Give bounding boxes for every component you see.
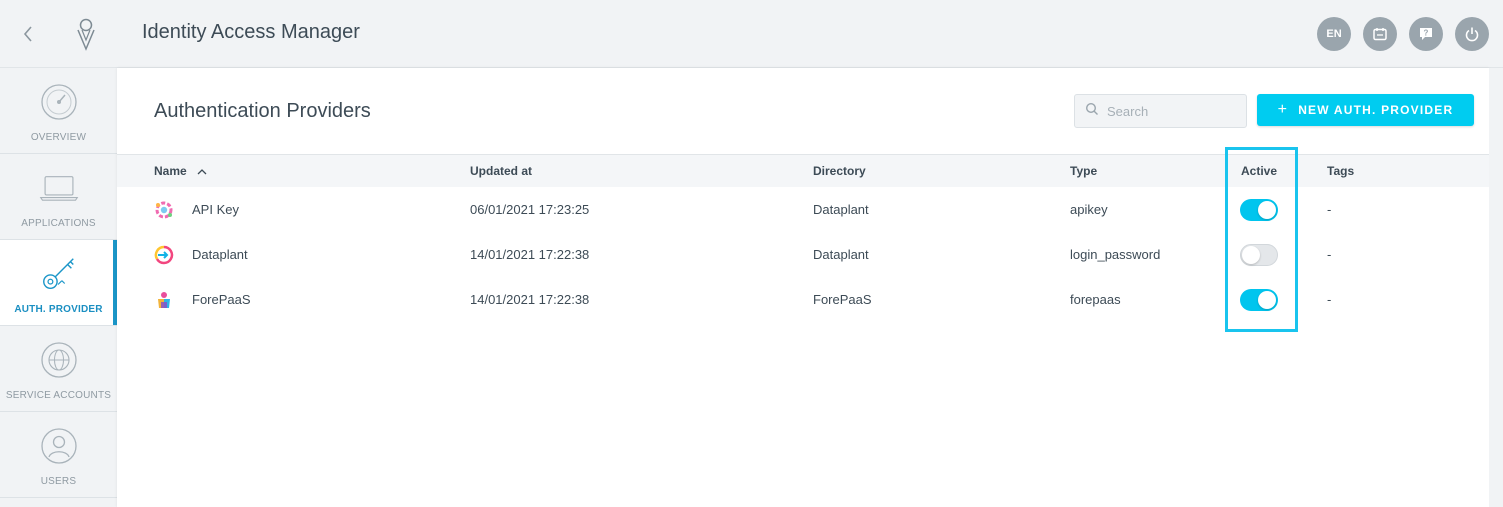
sidebar-item-label: USERS: [40, 476, 77, 487]
column-tags[interactable]: Tags: [1327, 155, 1354, 187]
cell-tags: -: [1327, 202, 1332, 217]
forepaas-icon: [154, 290, 174, 310]
calendar-icon[interactable]: [1363, 17, 1397, 51]
right-gutter: [1489, 68, 1503, 507]
plus-icon: +: [1277, 101, 1289, 118]
api-key-icon: [154, 200, 174, 220]
sort-ascending-icon[interactable]: [197, 164, 207, 178]
search-input[interactable]: [1107, 103, 1237, 119]
cell-active: [1229, 277, 1289, 322]
globe-gear-icon: [39, 340, 79, 380]
user-icon: [39, 426, 79, 466]
new-auth-provider-label: NEW AUTH. PROVIDER: [1298, 103, 1454, 117]
column-directory[interactable]: Directory: [813, 155, 866, 187]
table-row[interactable]: Dataplant 14/01/2021 17:22:38 Dataplant …: [117, 232, 1489, 277]
sidebar-item-label: APPLICATIONS: [21, 218, 96, 229]
active-toggle[interactable]: [1240, 243, 1278, 266]
cell-active: [1229, 232, 1289, 277]
cell-updated: 14/01/2021 17:22:38: [470, 292, 590, 307]
search-icon: [1085, 102, 1099, 121]
table-header: Name Updated at Directory Type Active Ta…: [117, 154, 1489, 187]
laptop-icon: [39, 168, 79, 208]
sidebar-item-auth-provider[interactable]: AUTH. PROVIDER: [0, 240, 117, 326]
provider-name: API Key: [192, 202, 239, 217]
svg-text:?: ?: [1424, 29, 1429, 38]
top-bar: Identity Access Manager EN ?: [0, 0, 1503, 68]
new-auth-provider-button[interactable]: + NEW AUTH. PROVIDER: [1257, 94, 1474, 126]
toggle-knob: [1242, 245, 1260, 264]
cell-directory: Dataplant: [813, 247, 869, 262]
keys-icon: [39, 254, 79, 294]
toggle-knob: [1258, 290, 1276, 309]
provider-name: Dataplant: [192, 247, 248, 262]
sidebar: OVERVIEW APPLICATIONS AUTH. PROVIDER SER…: [0, 68, 117, 507]
main-panel: Authentication Providers + NEW AUTH. PRO…: [117, 68, 1489, 507]
logo-icon[interactable]: [72, 16, 100, 52]
cell-name: ForePaaS: [154, 277, 251, 322]
back-chevron-icon[interactable]: [14, 20, 42, 48]
provider-name: ForePaaS: [192, 292, 251, 307]
gauge-icon: [39, 82, 79, 122]
column-updated[interactable]: Updated at: [470, 155, 532, 187]
column-name-label: Name: [154, 164, 187, 178]
cell-type: apikey: [1070, 202, 1108, 217]
language-button[interactable]: EN: [1317, 17, 1351, 51]
cell-tags: -: [1327, 292, 1332, 307]
cell-updated: 14/01/2021 17:22:38: [470, 247, 590, 262]
sidebar-item-label: OVERVIEW: [30, 132, 87, 143]
table-row[interactable]: API Key 06/01/2021 17:23:25 Dataplant ap…: [117, 187, 1489, 232]
sidebar-item-applications[interactable]: APPLICATIONS: [0, 154, 117, 240]
sidebar-item-overview[interactable]: OVERVIEW: [0, 68, 117, 154]
column-active[interactable]: Active: [1229, 155, 1289, 187]
cell-directory: ForePaaS: [813, 292, 872, 307]
table-row[interactable]: ForePaaS 14/01/2021 17:22:38 ForePaaS fo…: [117, 277, 1489, 322]
search-box[interactable]: [1074, 94, 1247, 128]
sidebar-item-service-accounts[interactable]: SERVICE ACCOUNTS: [0, 326, 117, 412]
page-title: Authentication Providers: [154, 100, 371, 122]
toggle-knob: [1258, 200, 1276, 219]
cell-updated: 06/01/2021 17:23:25: [470, 202, 590, 217]
sidebar-item-label: AUTH. PROVIDER: [14, 304, 103, 315]
cell-name: Dataplant: [154, 232, 248, 277]
cell-directory: Dataplant: [813, 202, 869, 217]
active-toggle[interactable]: [1240, 198, 1278, 221]
top-actions: EN ?: [1317, 17, 1489, 51]
active-toggle[interactable]: [1240, 288, 1278, 311]
providers-table: Name Updated at Directory Type Active Ta…: [117, 154, 1489, 322]
column-name[interactable]: Name: [154, 155, 207, 187]
column-type[interactable]: Type: [1070, 155, 1097, 187]
cell-type: login_password: [1070, 247, 1161, 262]
sidebar-item-label: SERVICE ACCOUNTS: [5, 390, 112, 401]
help-icon[interactable]: ?: [1409, 17, 1443, 51]
cell-type: forepaas: [1070, 292, 1121, 307]
dataplant-icon: [154, 245, 174, 265]
cell-active: [1229, 187, 1289, 232]
power-icon[interactable]: [1455, 17, 1489, 51]
cell-tags: -: [1327, 247, 1332, 262]
cell-name: API Key: [154, 187, 239, 232]
sidebar-item-users[interactable]: USERS: [0, 412, 117, 498]
app-title: Identity Access Manager: [142, 21, 360, 43]
